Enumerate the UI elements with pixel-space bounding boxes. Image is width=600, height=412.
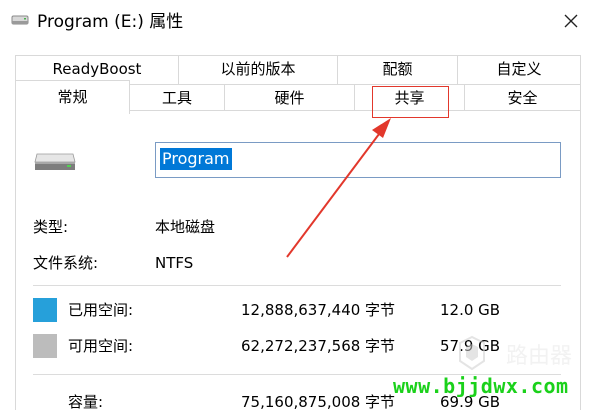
divider bbox=[33, 285, 561, 286]
tab-security[interactable]: 安全 bbox=[464, 84, 581, 112]
tab-label: ReadyBoost bbox=[52, 60, 142, 78]
tab-hardware[interactable]: 硬件 bbox=[224, 84, 355, 112]
tab-previous-versions[interactable]: 以前的版本 bbox=[178, 55, 338, 85]
used-space-bytes: 12,888,637,440 字节 bbox=[241, 301, 396, 319]
tab-label: 硬件 bbox=[274, 89, 305, 107]
tab-label: 以前的版本 bbox=[220, 60, 296, 78]
svg-text:路由器: 路由器 bbox=[506, 344, 572, 369]
tab-label: 常规 bbox=[57, 88, 88, 106]
drive-name-text: Program bbox=[160, 148, 232, 170]
tab-label: 共享 bbox=[394, 89, 425, 107]
tab-sharing[interactable]: 共享 bbox=[354, 84, 465, 112]
tab-general[interactable]: 常规 bbox=[15, 80, 130, 114]
used-space-swatch bbox=[33, 298, 57, 322]
window-title: Program (E:) 属性 bbox=[37, 12, 184, 32]
title-bar: Program (E:) 属性 bbox=[0, 0, 600, 44]
type-value: 本地磁盘 bbox=[155, 218, 216, 236]
drive-icon bbox=[11, 15, 29, 25]
filesystem-label: 文件系统: bbox=[33, 254, 99, 272]
capacity-bytes: 75,160,875,008 字节 bbox=[241, 393, 396, 411]
type-label: 类型: bbox=[33, 218, 69, 236]
tab-label: 安全 bbox=[507, 89, 538, 107]
close-button[interactable] bbox=[556, 6, 586, 36]
filesystem-value: NTFS bbox=[155, 254, 194, 272]
tab-label: 自定义 bbox=[496, 60, 542, 78]
tab-quota[interactable]: 配额 bbox=[337, 55, 458, 85]
close-icon bbox=[564, 14, 578, 28]
hard-drive-icon bbox=[34, 153, 76, 170]
used-space-label: 已用空间: bbox=[68, 301, 134, 319]
drive-name-input[interactable]: Program bbox=[155, 142, 561, 178]
tab-label: 工具 bbox=[161, 89, 192, 107]
tab-customize[interactable]: 自定义 bbox=[457, 55, 581, 85]
tab-tools[interactable]: 工具 bbox=[129, 84, 225, 112]
watermark-url: www.bjjdwx.com bbox=[393, 374, 569, 398]
tab-label: 配额 bbox=[382, 60, 413, 78]
capacity-label: 容量: bbox=[68, 393, 104, 411]
used-space-size: 12.0 GB bbox=[440, 301, 501, 319]
free-space-label: 可用空间: bbox=[68, 337, 134, 355]
free-space-swatch bbox=[33, 334, 57, 358]
free-space-bytes: 62,272,237,568 字节 bbox=[241, 337, 396, 355]
